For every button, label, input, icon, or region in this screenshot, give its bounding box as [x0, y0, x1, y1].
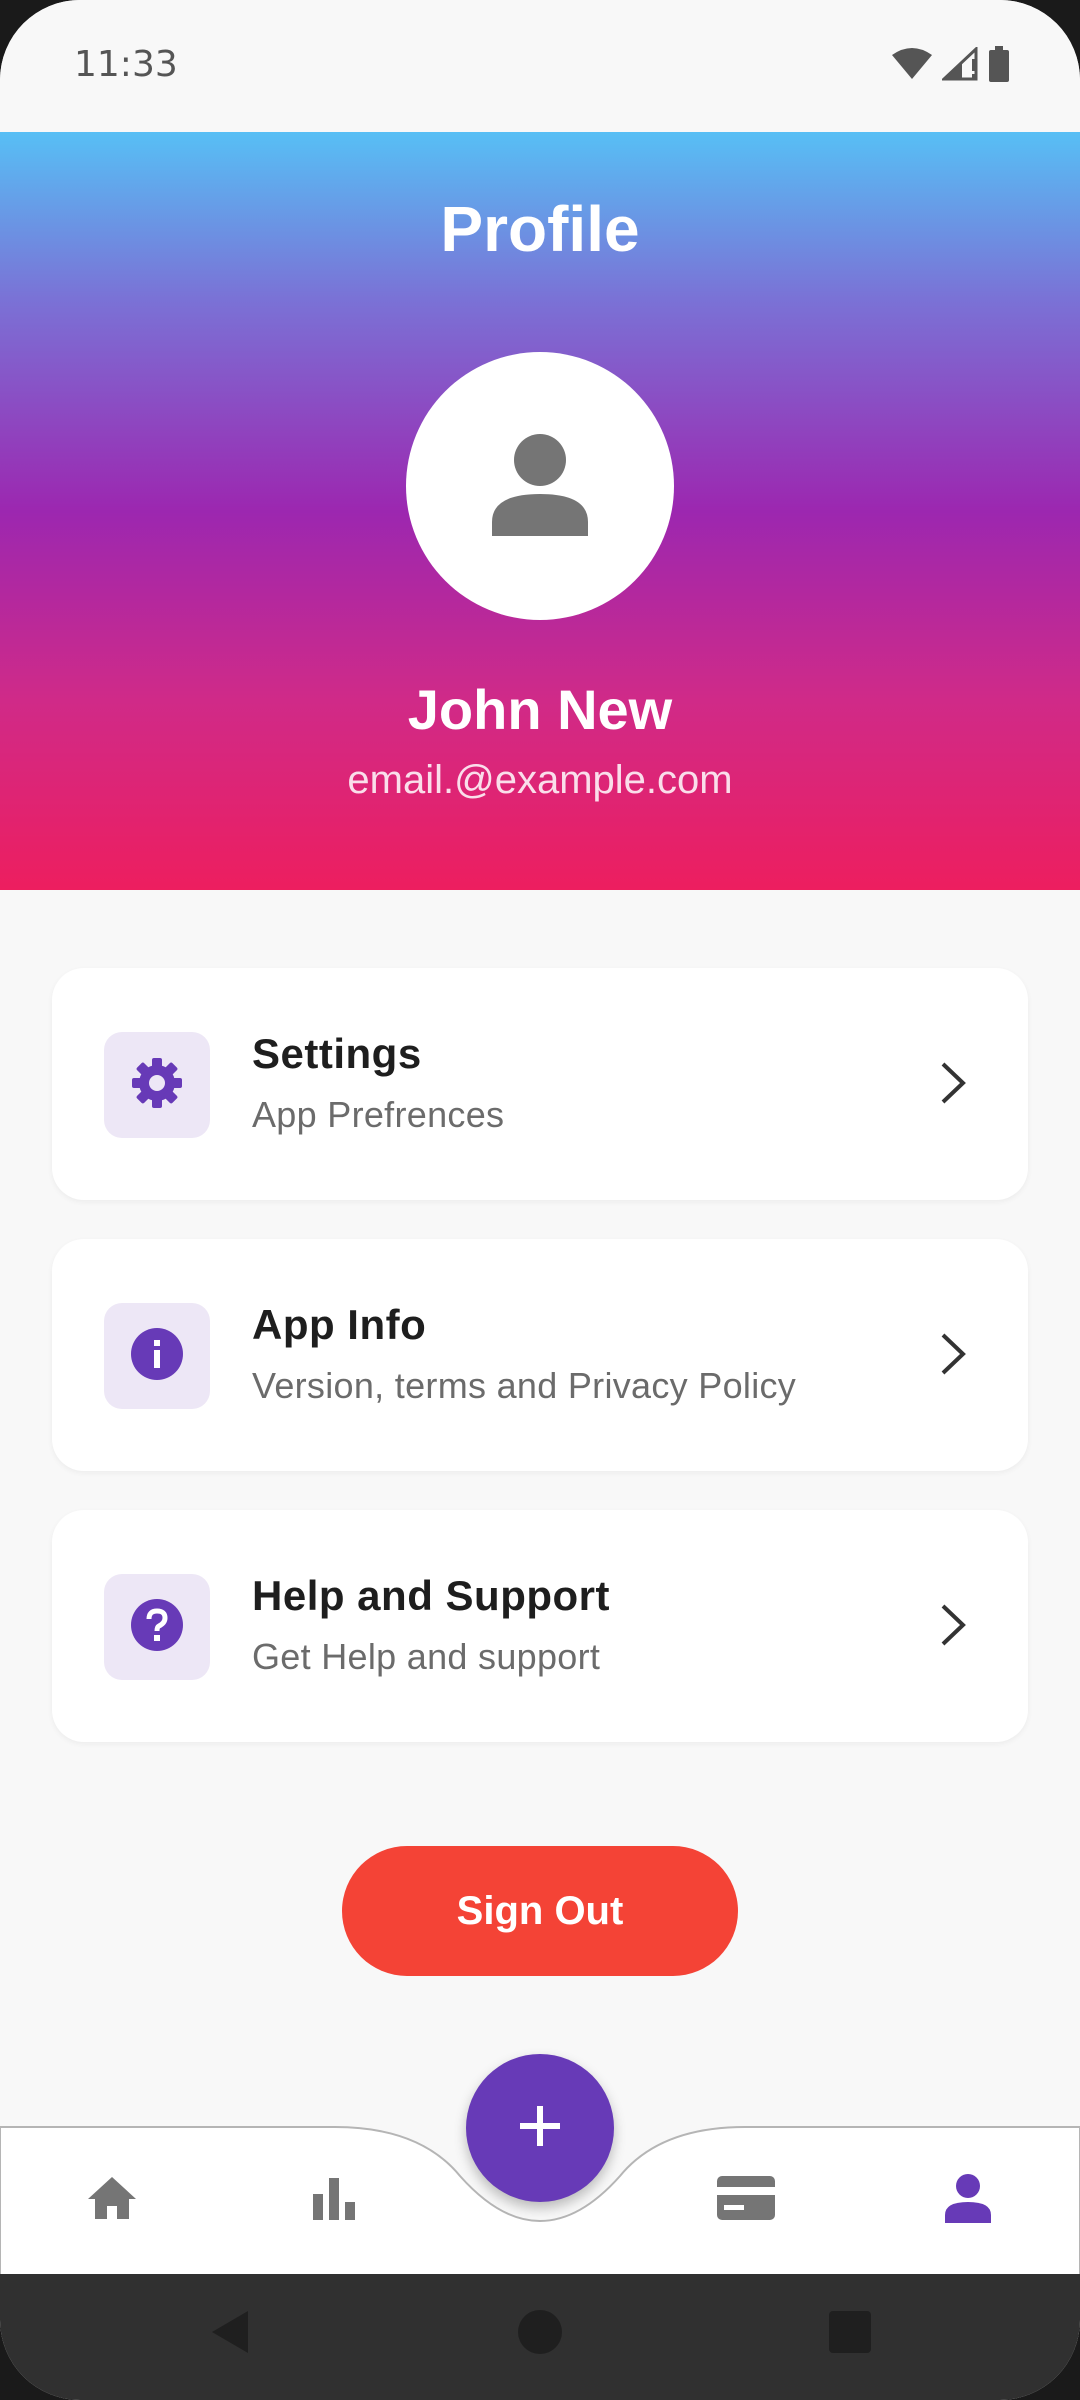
- system-recents-button[interactable]: [820, 2304, 880, 2364]
- chevron-right-icon: [938, 1060, 968, 1111]
- menu-icon-box: [104, 1574, 210, 1680]
- profile-header: Profile John New email.@example.com: [0, 132, 1080, 890]
- nav-stats[interactable]: [294, 2160, 374, 2240]
- phone-screen: 11:33 Profile John New email.@example.co…: [0, 0, 1080, 2400]
- user-email: email.@example.com: [347, 758, 733, 802]
- gear-icon: [130, 1056, 184, 1115]
- menu-item-subtitle: Get Help and support: [252, 1636, 601, 1677]
- system-navigation-bar: [0, 2274, 1080, 2400]
- avatar[interactable]: [406, 352, 674, 620]
- page-title: Profile: [440, 193, 640, 265]
- system-home-button[interactable]: [510, 2304, 570, 2364]
- menu-item-app-info[interactable]: App Info Version, terms and Privacy Poli…: [52, 1239, 1028, 1471]
- add-button[interactable]: [466, 2054, 614, 2202]
- plus-icon: [520, 2105, 560, 2151]
- home-circle-icon: [517, 2309, 563, 2360]
- chevron-right-icon: [938, 1602, 968, 1653]
- recents-square-icon: [829, 2310, 871, 2358]
- menu-icon-box: [104, 1303, 210, 1409]
- menu-item-title: App Info: [252, 1301, 427, 1348]
- person-icon: [492, 432, 588, 541]
- menu-item-title: Settings: [252, 1030, 422, 1077]
- menu-item-subtitle: App Prefrences: [252, 1094, 505, 1135]
- menu-item-help-support[interactable]: Help and Support Get Help and support: [52, 1510, 1028, 1742]
- bar-chart-icon: [311, 2176, 357, 2225]
- nav-home[interactable]: [72, 2160, 152, 2240]
- help-icon: [130, 1598, 184, 1657]
- person-icon: [945, 2173, 991, 2228]
- status-icons: [892, 45, 1010, 87]
- nav-profile[interactable]: [928, 2160, 1008, 2240]
- nav-cards[interactable]: [706, 2160, 786, 2240]
- menu-item-title: Help and Support: [252, 1572, 610, 1619]
- battery-icon: [988, 46, 1010, 87]
- menu-item-settings[interactable]: Settings App Prefrences: [52, 968, 1028, 1200]
- chevron-right-icon: [938, 1331, 968, 1382]
- home-icon: [86, 2175, 138, 2226]
- system-back-button[interactable]: [200, 2304, 260, 2364]
- user-name: John New: [407, 678, 673, 741]
- status-time: 11:33: [74, 44, 178, 85]
- wifi-icon: [892, 47, 932, 86]
- menu-item-subtitle: Version, terms and Privacy Policy: [252, 1365, 797, 1406]
- card-icon: [716, 2175, 776, 2226]
- signal-icon: [940, 45, 978, 86]
- menu-icon-box: [104, 1032, 210, 1138]
- status-bar: 11:33: [0, 0, 1080, 132]
- sign-out-button[interactable]: Sign Out: [342, 1846, 738, 1976]
- back-triangle-icon: [208, 2309, 252, 2360]
- info-icon: [130, 1327, 184, 1386]
